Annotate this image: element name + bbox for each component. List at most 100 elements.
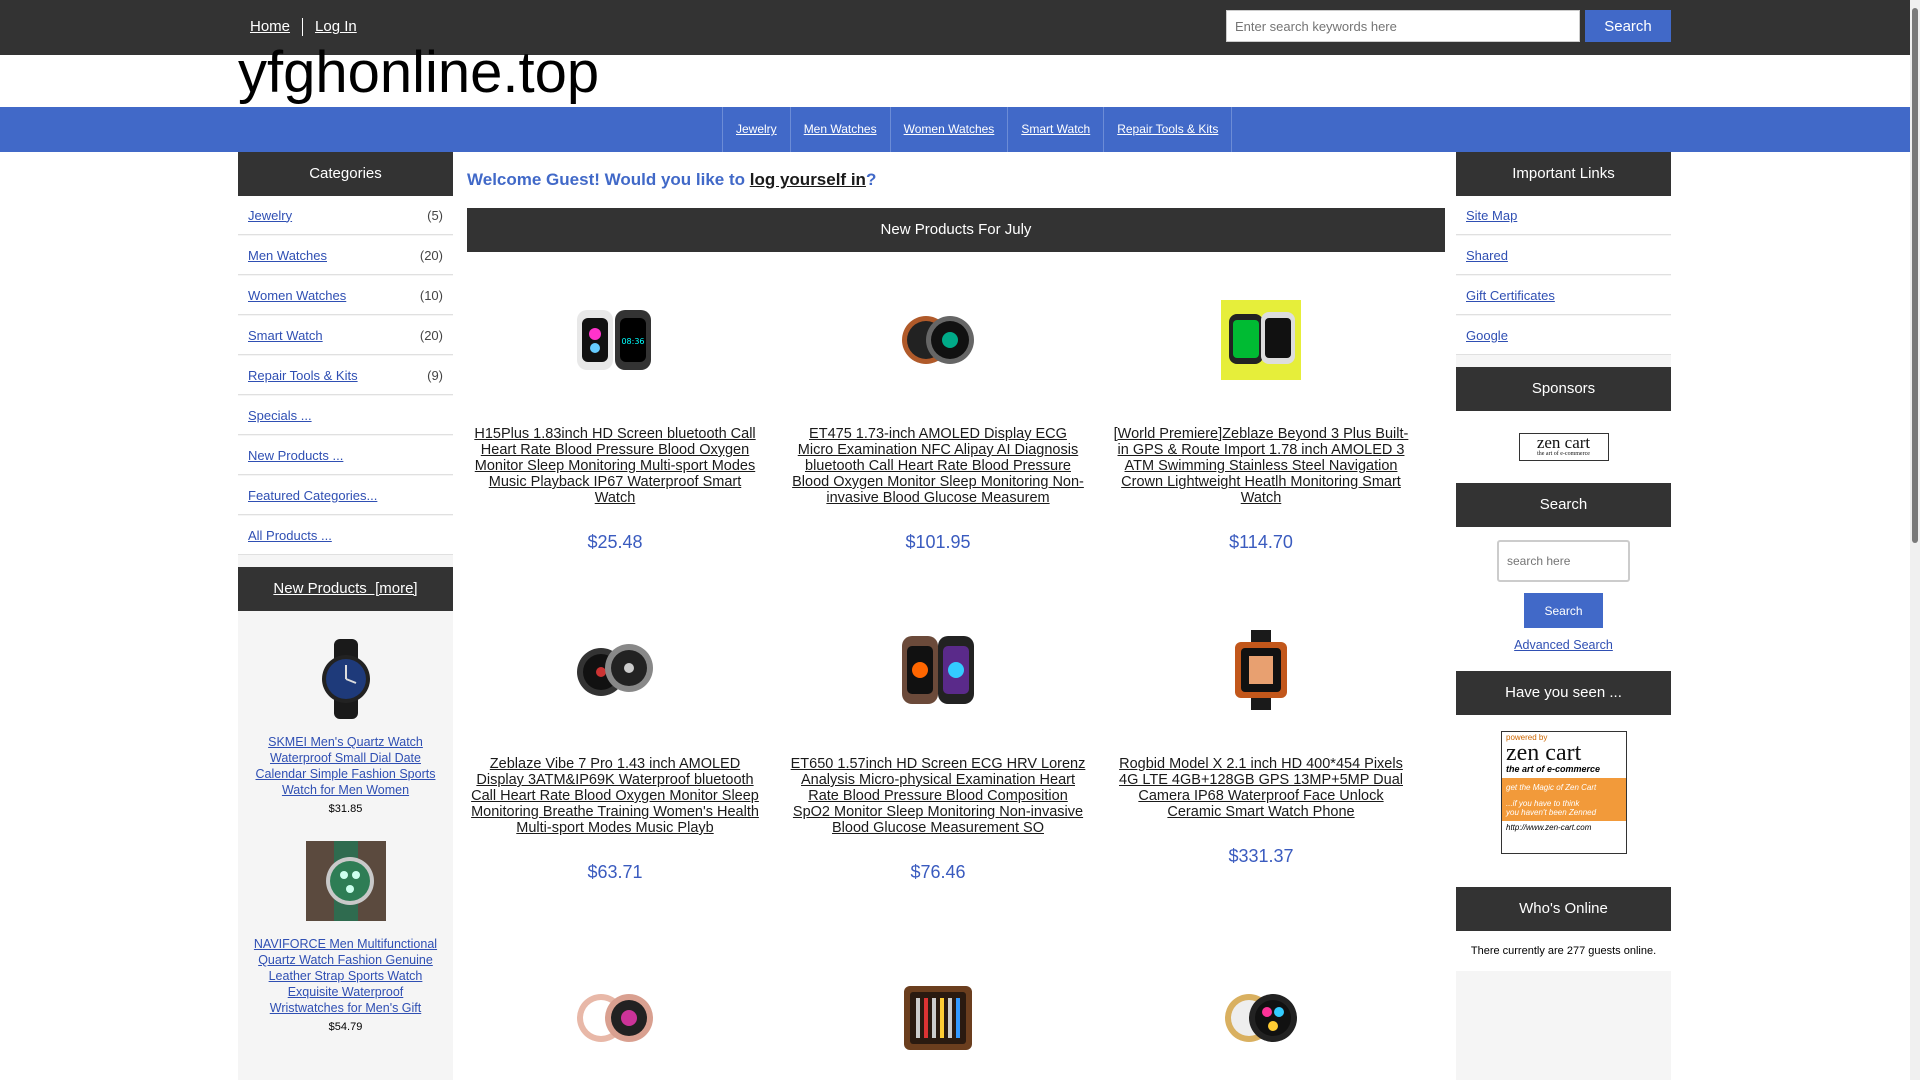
badge-line: http://www.zen-cart.com [1506,823,1592,832]
sponsor-logo-text: zen cart [1536,433,1591,452]
product-price: $101.95 [905,532,971,552]
product-card [790,978,1086,1058]
sponsors-box: zen cart the art of e-commerce [1456,411,1671,483]
sidebar-search-input[interactable] [1497,540,1630,582]
site-map-link[interactable]: Site Map [1466,208,1517,223]
product-name[interactable]: Rogbid Model X 2.1 inch HD 400*454 Pixel… [1113,756,1409,820]
side-product: NAVIFORCE Men Multifunctional Quartz Wat… [238,841,453,1033]
right-sidebar: Important Links Site Map Shared Gift Cer… [1456,152,1671,1080]
side-new-products-more-link[interactable]: New Products [more] [273,580,417,597]
catnav-smart-watch[interactable]: Smart Watch [1008,107,1105,152]
gift-certificates-link[interactable]: Gift Certificates [1466,288,1555,303]
sponsor-logo-sub: the art of e-commerce [1537,451,1590,457]
category-item: Repair Tools & Kits (9) [238,356,453,395]
category-link-repair-tools[interactable]: Repair Tools & Kits [248,368,358,383]
category-item: Smart Watch (20) [238,316,453,355]
sidebar-search-button[interactable]: Search [1524,593,1603,628]
product-name[interactable]: ET475 1.73-inch AMOLED Display ECG Micro… [790,426,1086,506]
category-count: (20) [419,247,443,263]
category-item: Featured Categories... [238,476,453,515]
badge-line: the art of e-commerce [1506,764,1601,774]
product-card: ET650 1.57inch HD Screen ECG HRV Lorenz … [790,630,1086,883]
category-link-smart-watch[interactable]: Smart Watch [248,328,323,343]
side-product-price: $31.85 [328,803,363,815]
product-name[interactable]: [World Premiere]Zeblaze Beyond 3 Plus Bu… [1113,426,1409,506]
zen-cart-badge[interactable]: powered by zen cart the art of e-commerc… [1501,731,1627,854]
watch-image[interactable] [305,841,386,921]
specials-link[interactable]: Specials ... [248,408,312,423]
category-count: (20) [419,327,443,343]
new-products-header: New Products For July [467,208,1445,252]
categories-title: Categories [238,152,453,196]
search-box: Search Advanced Search [1456,527,1671,671]
home-link[interactable]: Home [238,18,304,36]
category-link-women-watches[interactable]: Women Watches [248,288,346,303]
side-new-products-header: New Products [more] [238,567,453,611]
smartwatch-image[interactable]: 08:36 [575,300,655,380]
smartwatch-image[interactable] [1221,978,1301,1058]
welcome-text: Welcome Guest! Would you like to [467,170,750,189]
shared-link[interactable]: Shared [1466,248,1508,263]
side-product-name[interactable]: SKMEI Men's Quartz Watch Waterproof Smal… [250,734,441,798]
important-link-item: Shared [1456,236,1671,275]
badge-line: get the Magic of Zen Cart [1502,778,1626,797]
category-count: (10) [419,287,443,303]
product-card [1113,978,1409,1058]
category-item: Specials ... [238,396,453,435]
welcome-message: Welcome Guest! Would you like to log you… [467,170,876,190]
category-count: (9) [427,367,443,383]
smartwatch-image[interactable] [575,978,655,1058]
search-box-title: Search [1456,483,1671,527]
zen-cart-sponsor-logo[interactable]: zen cart the art of e-commerce [1518,433,1609,461]
top-search-button[interactable]: Search [1585,10,1671,42]
important-link-item: Gift Certificates [1456,276,1671,315]
product-name[interactable]: Zeblaze Vibe 7 Pro 1.43 inch AMOLED Disp… [467,756,763,836]
have-you-seen-title: Have you seen ... [1456,671,1671,715]
google-link[interactable]: Google [1466,328,1508,343]
product-price: $25.48 [587,532,643,552]
category-bar: Jewelry Men Watches Women Watches Smart … [0,107,1910,152]
important-links-title: Important Links [1456,152,1671,196]
sponsors-title: Sponsors [1456,367,1671,411]
catnav-men-watches[interactable]: Men Watches [791,107,891,152]
smartwatch-image[interactable] [575,630,655,710]
category-link-men-watches[interactable]: Men Watches [248,248,327,263]
product-card: 08:36 H15Plus 1.83inch HD Screen bluetoo… [467,300,763,553]
main-content: Welcome Guest! Would you like to log you… [453,152,1456,1080]
product-price: $331.37 [1228,846,1294,866]
product-name[interactable]: ET650 1.57inch HD Screen ECG HRV Lorenz … [790,756,1086,836]
new-products-link[interactable]: New Products ... [248,448,343,463]
important-link-item: Site Map [1456,196,1671,235]
all-products-link[interactable]: All Products ... [248,528,332,543]
product-card: [World Premiere]Zeblaze Beyond 3 Plus Bu… [1113,300,1409,553]
have-you-seen-box: powered by zen cart the art of e-commerc… [1456,715,1671,887]
top-search-input[interactable] [1226,10,1580,42]
side-product-name[interactable]: NAVIFORCE Men Multifunctional Quartz Wat… [250,936,441,1016]
catnav-women-watches[interactable]: Women Watches [891,107,1009,152]
smartwatch-image[interactable] [898,630,978,710]
badge-line: zen cart [1506,740,1582,766]
category-item: New Products ... [238,436,453,475]
top-nav: Home Log In [238,18,369,36]
advanced-search-link[interactable]: Advanced Search [1456,638,1671,652]
smartwatch-image[interactable] [898,300,978,380]
login-link[interactable]: Log In [303,18,369,36]
watch-image[interactable] [306,639,386,719]
catnav-jewelry[interactable]: Jewelry [723,107,791,152]
login-link-welcome[interactable]: log yourself in [750,170,866,189]
smartwatch-image[interactable] [1221,630,1301,710]
tool-kit-image[interactable] [898,978,978,1058]
product-card: Rogbid Model X 2.1 inch HD 400*454 Pixel… [1113,630,1409,867]
category-item: Women Watches (10) [238,276,453,315]
whos-online-text: There currently are 277 guests online. [1456,931,1671,971]
site-logo[interactable]: yfghonline.top [238,40,599,106]
important-link-item: Google [1456,316,1671,355]
product-name[interactable]: H15Plus 1.83inch HD Screen bluetooth Cal… [467,426,763,506]
catnav-repair-tools[interactable]: Repair Tools & Kits [1104,107,1233,152]
featured-categories-link[interactable]: Featured Categories... [248,488,377,503]
smartwatch-image[interactable] [1221,300,1301,380]
category-link-jewelry[interactable]: Jewelry [248,208,292,223]
category-item: Men Watches (20) [238,236,453,275]
scrollbar-thumb[interactable] [1912,8,1918,543]
side-product: SKMEI Men's Quartz Watch Waterproof Smal… [238,639,453,815]
